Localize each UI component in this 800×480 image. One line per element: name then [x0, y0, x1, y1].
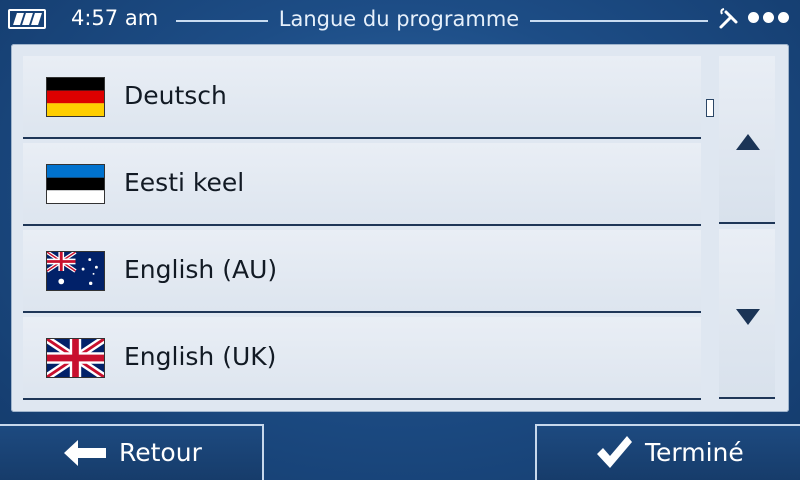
gps-signal-icon [719, 8, 738, 29]
scroll-position-indicator [706, 99, 714, 117]
flag-germany-icon [46, 77, 105, 117]
app-logo-icon [8, 9, 46, 29]
language-item-english-uk[interactable]: English (UK) [23, 317, 701, 400]
page-title: Langue du programme [278, 7, 520, 31]
arrow-left-icon [64, 440, 106, 466]
language-label: English (AU) [124, 255, 278, 284]
clock: 4:57 am [71, 6, 159, 30]
language-item-english-au[interactable]: English (AU) [23, 230, 701, 313]
language-label: Deutsch [124, 81, 227, 110]
title-divider-left [176, 20, 268, 22]
back-button[interactable]: Retour [0, 424, 264, 480]
language-item-deutsch[interactable]: Deutsch [23, 56, 701, 139]
title-divider-right [530, 20, 708, 22]
scroll-up-button[interactable] [719, 56, 775, 224]
flag-australia-icon [46, 251, 105, 291]
checkmark-icon [597, 436, 632, 468]
language-panel: Deutsch Eesti keel English (AU) English … [11, 44, 789, 412]
back-button-label: Retour [119, 438, 202, 467]
scroll-down-button[interactable] [719, 229, 775, 399]
menu-dots-icon[interactable] [748, 12, 789, 23]
arrow-down-icon [736, 309, 760, 325]
status-bar: 4:57 am Langue du programme [0, 0, 800, 40]
done-button-label: Terminé [645, 438, 744, 467]
language-label: English (UK) [124, 342, 277, 371]
language-label: Eesti keel [124, 168, 245, 197]
language-list: Deutsch Eesti keel English (AU) English … [23, 56, 701, 404]
done-button[interactable]: Terminé [535, 424, 800, 480]
arrow-up-icon [736, 134, 760, 150]
language-item-eesti[interactable]: Eesti keel [23, 143, 701, 226]
flag-uk-icon [46, 338, 105, 378]
flag-estonia-icon [46, 164, 105, 204]
